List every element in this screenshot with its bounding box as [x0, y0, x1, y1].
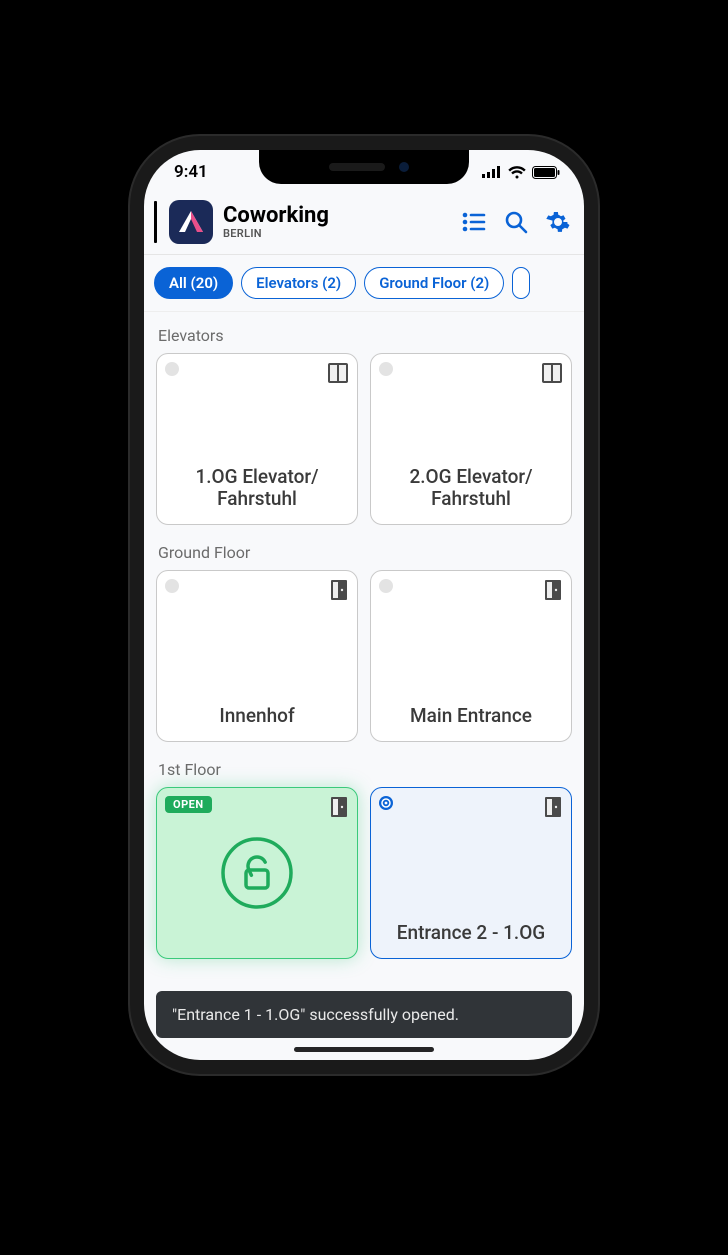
status-dot [165, 579, 179, 593]
status-dot-active [379, 796, 393, 810]
toast-message: "Entrance 1 - 1.OG" successfully opened. [156, 991, 572, 1038]
tile-main-entrance[interactable]: Main Entrance [370, 570, 572, 742]
tile-entrance-1-1og[interactable]: OPEN Entrance 1 - 1.OG [156, 787, 358, 959]
notch [259, 150, 469, 184]
gear-icon [546, 210, 570, 234]
wifi-icon [508, 166, 526, 179]
tile-label: Entrance 2 - 1.OG [379, 922, 563, 950]
content-area: Elevators 1.OG Elevator/ Fahrstuhl [144, 312, 584, 1060]
section-title-elevators: Elevators [156, 322, 572, 353]
title-block: Coworking BERLIN [223, 204, 452, 240]
section-title-first-floor: 1st Floor [156, 756, 572, 787]
filter-chips: All (20) Elevators (2) Ground Floor (2) [144, 255, 584, 312]
tile-innenhof[interactable]: Innenhof [156, 570, 358, 742]
open-badge: OPEN [165, 796, 212, 813]
door-icon [543, 796, 563, 822]
elevator-icon [327, 362, 349, 388]
triangle-logo-icon [176, 207, 206, 237]
tile-label: Innenhof [165, 705, 349, 733]
tile-label: Main Entrance [379, 705, 563, 733]
tile-elevator-1og[interactable]: 1.OG Elevator/ Fahrstuhl [156, 353, 358, 525]
app-logo[interactable] [169, 200, 213, 244]
list-view-button[interactable] [462, 211, 486, 233]
door-icon [329, 796, 349, 822]
settings-button[interactable] [546, 210, 570, 234]
header-accent-bar [154, 201, 157, 243]
page-subtitle: BERLIN [223, 228, 452, 240]
unlock-icon [220, 836, 294, 910]
tile-entrance-2-1og[interactable]: Entrance 2 - 1.OG [370, 787, 572, 959]
section-title-ground-floor: Ground Floor [156, 539, 572, 570]
search-button[interactable] [504, 210, 528, 234]
tile-elevator-2og[interactable]: 2.OG Elevator/ Fahrstuhl [370, 353, 572, 525]
chip-all[interactable]: All (20) [154, 267, 233, 299]
signal-icon [482, 166, 502, 178]
status-indicators [482, 166, 560, 179]
status-dot [165, 362, 179, 376]
status-dot [379, 362, 393, 376]
status-dot [379, 579, 393, 593]
chip-ground-floor[interactable]: Ground Floor (2) [364, 267, 504, 299]
battery-icon [532, 166, 560, 179]
elevator-icon [541, 362, 563, 388]
door-icon [543, 579, 563, 605]
app-header: Coworking BERLIN [144, 194, 584, 255]
phone-frame: 9:41 Coworking BERLIN [144, 150, 584, 1060]
chip-elevators[interactable]: Elevators (2) [241, 267, 356, 299]
status-time: 9:41 [174, 162, 208, 182]
page-title: Coworking [223, 204, 452, 228]
chip-overflow[interactable] [512, 267, 530, 299]
door-icon [329, 579, 349, 605]
tile-label: 2.OG Elevator/ Fahrstuhl [379, 466, 563, 516]
tile-label: 1.OG Elevator/ Fahrstuhl [165, 466, 349, 516]
list-icon [462, 211, 486, 233]
search-icon [504, 210, 528, 234]
home-indicator[interactable] [294, 1047, 434, 1052]
